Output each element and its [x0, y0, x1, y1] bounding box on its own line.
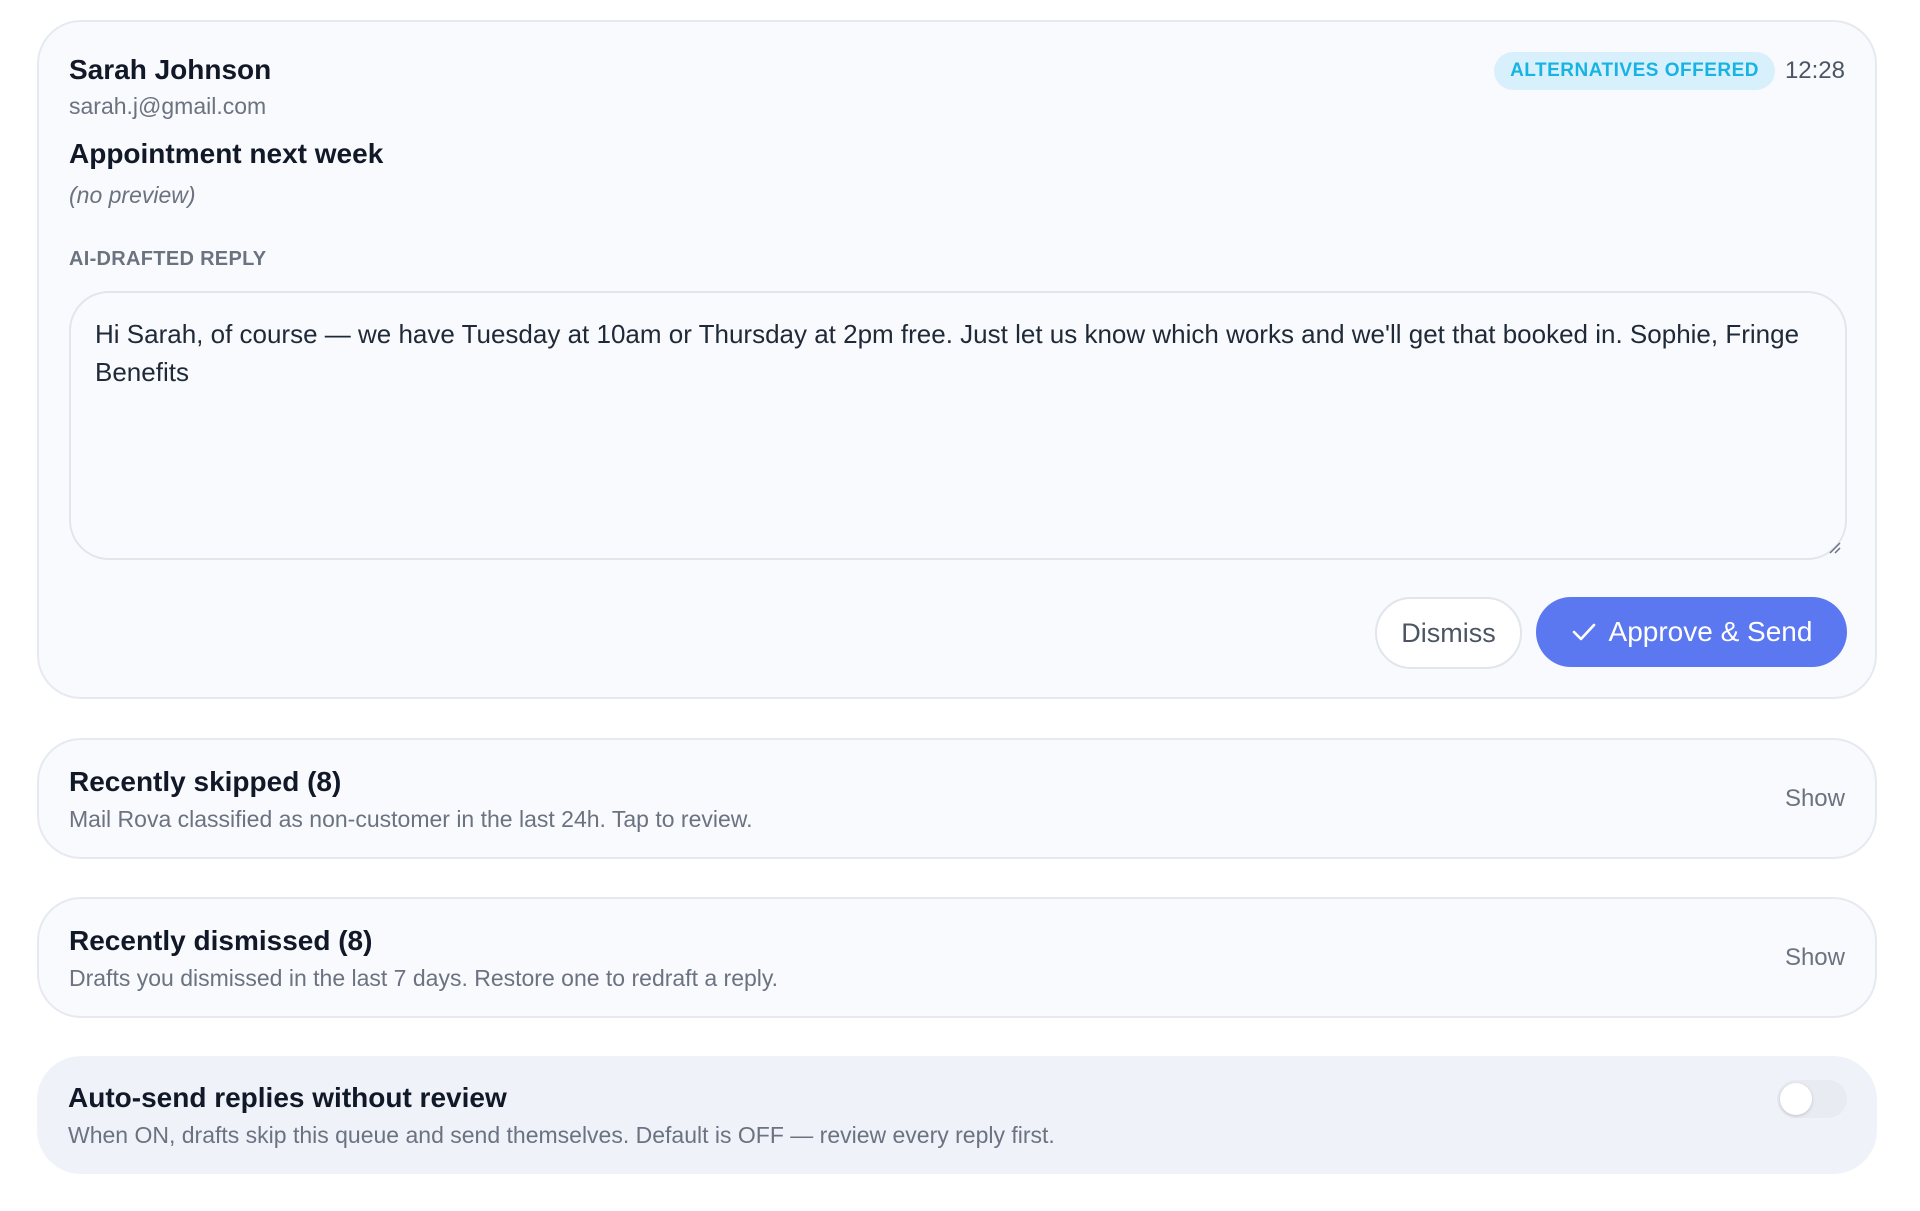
show-skipped-button[interactable]: Show: [1785, 785, 1845, 813]
check-icon: [1572, 623, 1595, 641]
recently-dismissed-title: Recently dismissed (8): [69, 925, 373, 956]
approve-send-label: Approve & Send: [1608, 616, 1813, 647]
draft-label: AI-DRAFTED REPLY: [69, 248, 267, 270]
recently-skipped-title: Recently skipped (8): [69, 766, 342, 797]
auto-send-setting: Auto-send replies without review When ON…: [37, 1056, 1877, 1174]
recently-dismissed-description: Drafts you dismissed in the last 7 days.…: [69, 965, 779, 991]
show-dismissed-button[interactable]: Show: [1785, 944, 1845, 972]
recently-skipped-description: Mail Rova classified as non-customer in …: [69, 806, 753, 832]
sender-name: Sarah Johnson: [69, 54, 272, 85]
draft-reply-text: Hi Sarah, of course — we have Tuesday at…: [95, 319, 1800, 387]
status-badge: ALTERNATIVES OFFERED: [1494, 52, 1775, 90]
email-draft-card: Sarah Johnson sarah.j@gmail.com ALTERNAT…: [37, 20, 1877, 699]
toggle-knob: [1780, 1083, 1812, 1115]
received-time: 12:28: [1784, 57, 1845, 84]
sender-email: sarah.j@gmail.com: [69, 93, 267, 119]
email-subject: Appointment next week: [69, 138, 384, 169]
auto-send-description: When ON, drafts skip this queue and send…: [68, 1122, 1055, 1148]
dismiss-button[interactable]: Dismiss: [1375, 597, 1522, 669]
recently-skipped-section: Recently skipped (8) Mail Rova classifie…: [37, 738, 1877, 859]
auto-send-toggle[interactable]: [1777, 1080, 1847, 1118]
email-preview: (no preview): [69, 182, 196, 208]
approve-send-button[interactable]: Approve & Send: [1536, 597, 1847, 667]
auto-send-title: Auto-send replies without review: [68, 1082, 507, 1113]
recently-dismissed-section: Recently dismissed (8) Drafts you dismis…: [37, 897, 1877, 1018]
resize-handle-icon[interactable]: [1825, 538, 1841, 554]
draft-reply-textarea[interactable]: Hi Sarah, of course — we have Tuesday at…: [69, 291, 1847, 560]
